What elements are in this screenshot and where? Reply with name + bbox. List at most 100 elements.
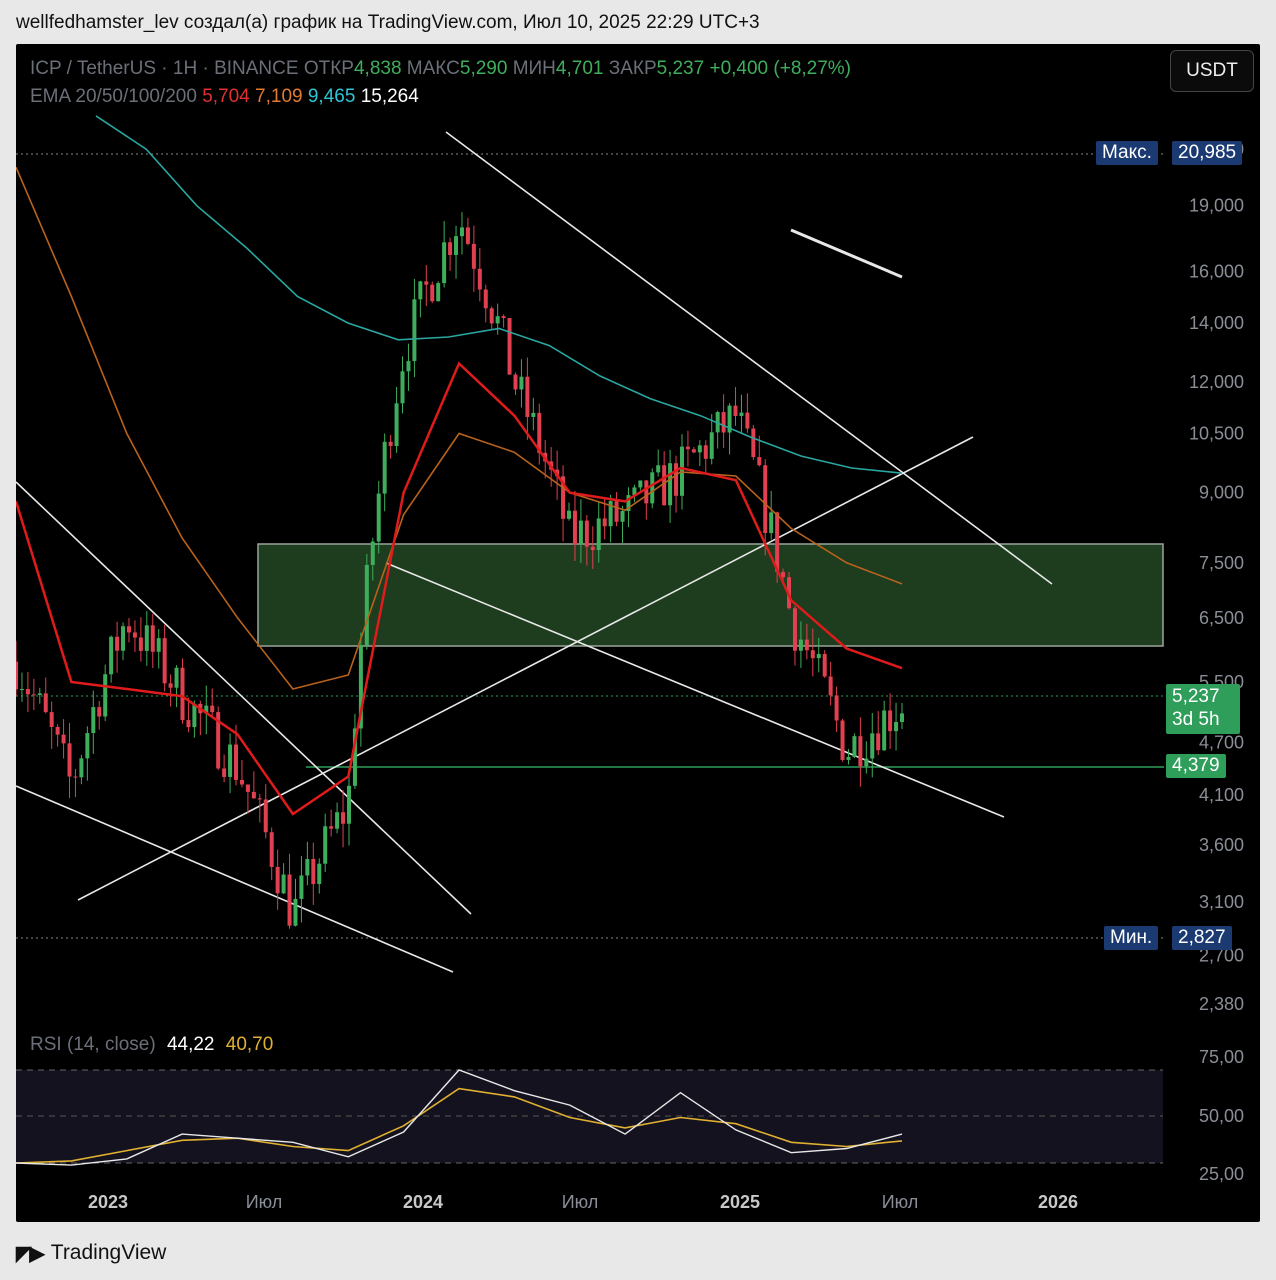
price-tick-label: 3,600 <box>1199 835 1244 855</box>
candle-body <box>97 707 102 717</box>
price-tick-label: 3,100 <box>1199 892 1244 912</box>
last-price-tag: 5,237 3d 5h <box>1166 684 1240 734</box>
price-tick-label: 12,000 <box>1189 372 1244 392</box>
candle-body <box>775 512 780 572</box>
ema100-line[interactable] <box>95 115 903 474</box>
candle-body <box>769 512 774 534</box>
ema-legend[interactable]: EMA 20/50/100/200 5,704 7,109 9,465 15,2… <box>30 86 419 108</box>
currency-button[interactable]: USDT <box>1170 50 1254 92</box>
min-tag-label: Мин. <box>1104 926 1159 950</box>
candle-body <box>739 412 744 416</box>
candle-body <box>703 445 708 459</box>
footer: ◤▶ TradingView <box>16 1238 166 1268</box>
min-tag-value: 2,827 <box>1172 926 1232 950</box>
rsi-value: 44,22 <box>166 1034 215 1055</box>
candle-body <box>126 626 131 633</box>
candle-body <box>596 518 601 551</box>
support-tag: 4,379 <box>1166 754 1226 778</box>
candle-body <box>364 564 369 646</box>
max-tag-value: 20,985 <box>1172 141 1243 165</box>
ema200-value: 15,264 <box>360 86 419 107</box>
candle-body <box>162 638 167 684</box>
candle-body <box>721 412 726 433</box>
candle-body <box>846 756 851 760</box>
candle-body <box>870 733 875 759</box>
candle-body <box>602 518 607 527</box>
candle-body <box>346 785 351 824</box>
candle-body <box>79 758 84 778</box>
candle-body <box>757 457 762 466</box>
candle-body <box>507 318 512 375</box>
candle-body <box>376 493 381 542</box>
candle-body <box>293 898 298 926</box>
symbol-label[interactable]: ICP / TetherUS · 1Н · BINANCE <box>30 58 299 79</box>
candle-body <box>335 812 340 829</box>
candle-body <box>239 779 244 785</box>
candle-body <box>709 432 714 459</box>
candle-body <box>37 693 42 696</box>
high-label: МАКС <box>406 58 460 79</box>
candle-body <box>436 283 441 302</box>
tradingview-logo-icon[interactable]: ◤▶ <box>16 1241 45 1266</box>
candle-body <box>644 480 649 504</box>
candle-body <box>459 227 464 237</box>
candle-body <box>572 510 577 545</box>
candle-body <box>341 812 346 824</box>
price-tick-label: 7,500 <box>1199 553 1244 573</box>
candle-body <box>257 798 262 800</box>
candle-body <box>186 720 191 728</box>
candle-body <box>638 480 643 488</box>
close-label: ЗАКР <box>608 58 657 79</box>
candle-body <box>501 316 506 319</box>
time-tick-label: 2024 <box>403 1192 443 1212</box>
time-axis[interactable]: 2023 Июл 2024 Июл 2025 Июл 2026 <box>88 1192 1078 1212</box>
time-tick-label: 2026 <box>1038 1192 1078 1212</box>
time-tick-label: Июл <box>882 1192 919 1212</box>
candle-body <box>656 465 661 473</box>
candle-body <box>424 281 429 285</box>
candle-body <box>222 768 227 777</box>
candle-body <box>882 710 887 751</box>
price-axis[interactable]: 22,00019,00016,00014,00012,00010,5009,00… <box>1189 139 1244 1013</box>
low-value: 4,701 <box>555 58 604 79</box>
candle-body <box>16 661 18 690</box>
candle-body <box>828 676 833 696</box>
candle-body <box>465 227 470 244</box>
candle-body <box>840 720 845 760</box>
price-tick-label: 4,700 <box>1199 732 1244 752</box>
candle-body <box>620 511 625 522</box>
footer-brand[interactable]: TradingView <box>51 1241 167 1265</box>
candle-body <box>180 667 185 721</box>
candle-body <box>900 713 904 723</box>
ohlc-legend: ICP / TetherUS · 1Н · BINANCE ОТКР4,838 … <box>30 58 851 80</box>
open-label: ОТКР <box>303 58 354 79</box>
candle-body <box>495 316 500 324</box>
candle-body <box>674 463 679 496</box>
candle-body <box>810 650 815 659</box>
ema-label: EMA 20/50/100/200 <box>30 86 197 107</box>
max-tag-label: Макс. <box>1096 141 1158 165</box>
candle-body <box>138 637 143 651</box>
candle-body <box>305 859 310 876</box>
candle-body <box>210 705 215 713</box>
candle-body <box>763 465 768 534</box>
candle-body <box>85 733 90 759</box>
candle-body <box>697 445 702 453</box>
candle-body <box>245 784 250 792</box>
candle-body <box>234 744 239 780</box>
demand-zone[interactable] <box>257 543 1164 647</box>
candle-body <box>412 299 417 362</box>
candle-body <box>662 465 667 506</box>
candle-body <box>745 412 750 429</box>
rsi-axis[interactable]: 75,00 50,00 25,00 <box>1199 1047 1244 1184</box>
price-tick-label: 16,000 <box>1189 262 1244 282</box>
screenshot-frame: wellfedhamster_lev создал(а) график на T… <box>0 0 1276 1280</box>
price-tick-label: 10,500 <box>1189 424 1244 444</box>
candle-body <box>852 736 857 757</box>
price-tick-label: 14,000 <box>1189 313 1244 333</box>
candle-body <box>132 632 137 638</box>
rsi-legend[interactable]: RSI (14, close) 44,22 40,70 <box>30 1034 273 1056</box>
candle-body <box>567 510 572 519</box>
candle-body <box>876 733 881 751</box>
candle-body <box>394 403 399 447</box>
